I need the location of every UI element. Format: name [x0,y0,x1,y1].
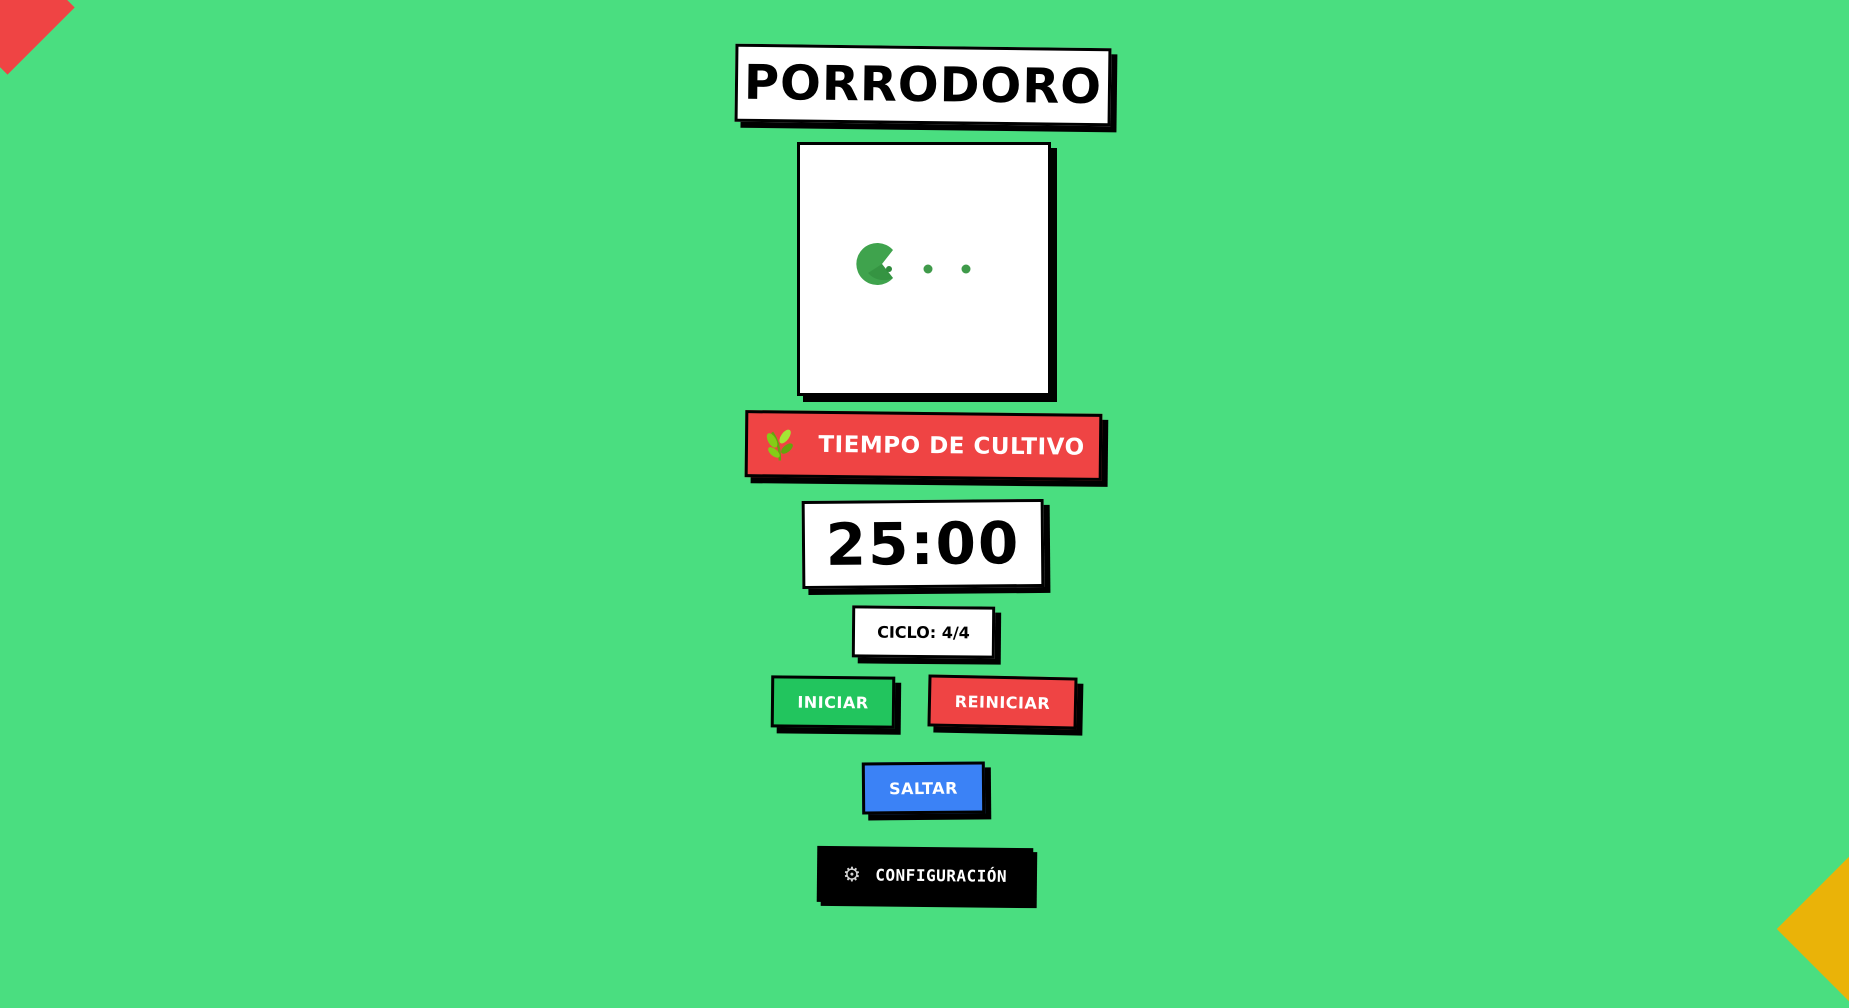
cycle-counter-box: CICLO: 4/4 [851,605,996,659]
corner-decoration-red [0,0,75,75]
settings-label: CONFIGURACIÓN [875,864,1008,886]
app-title-box: PORRODORO [734,43,1112,127]
timer-display: 25:00 [825,509,1021,579]
animation-panel [797,142,1051,396]
pellet-dot [961,264,971,274]
pacman-icon [856,243,893,285]
reset-button[interactable]: REINICIAR [927,674,1078,730]
phase-banner: TIEMPO DE CULTIVO [744,410,1103,481]
skip-button[interactable]: SALTAR [861,761,986,815]
app-title: PORRODORO [743,54,1103,116]
leaf-sprout-icon [762,426,798,462]
phase-label: TIEMPO DE CULTIVO [818,431,1085,461]
pellet-dot [923,264,933,274]
start-button[interactable]: INICIAR [770,675,896,729]
gear-icon: ⚙ [842,862,862,887]
cycle-counter: CICLO: 4/4 [877,622,970,642]
pacman-animation [856,243,971,285]
settings-button[interactable]: ⚙ CONFIGURACIÓN [816,845,1034,905]
corner-decoration-yellow [1776,849,1849,1008]
timer-display-box: 25:00 [801,498,1045,590]
